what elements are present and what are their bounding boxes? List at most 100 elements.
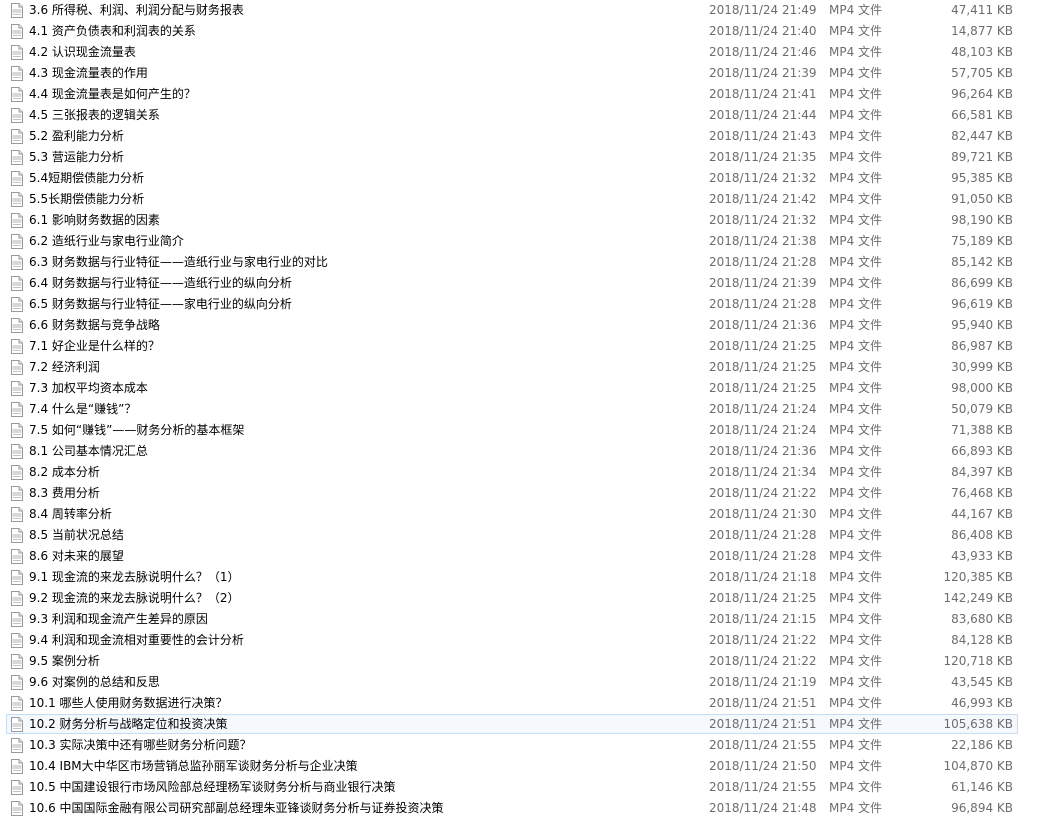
file-date-modified: 2018/11/24 21:42 [709,192,817,206]
file-name: 9.3 利润和现金流产生差异的原因 [29,612,208,626]
file-row[interactable]: 4.1 资产负债表和利润表的关系 2018/11/24 21:40 MP4 文件… [6,21,1018,41]
mp4-file-icon [11,360,23,375]
mp4-file-icon [11,675,23,690]
file-date-modified: 2018/11/24 21:40 [709,24,817,38]
file-name: 9.1 现金流的来龙去脉说明什么？（1） [29,570,240,584]
file-row[interactable]: 6.4 财务数据与行业特征——造纸行业的纵向分析 2018/11/24 21:3… [6,273,1018,293]
file-row[interactable]: 6.6 财务数据与竞争战略 2018/11/24 21:36 MP4 文件 95… [6,315,1018,335]
file-row[interactable]: 9.2 现金流的来龙去脉说明什么？（2） 2018/11/24 21:25 MP… [6,588,1018,608]
file-size: 120,385 KB [943,570,1013,584]
file-row[interactable]: 10.4 IBM大中华区市场营销总监孙丽军谈财务分析与企业决策 2018/11/… [6,756,1018,776]
file-date-modified: 2018/11/24 21:35 [709,150,817,164]
file-size: 95,385 KB [951,171,1013,185]
file-row[interactable]: 10.6 中国国际金融有限公司研究部副总经理朱亚锋谈财务分析与证券投资决策 20… [6,798,1018,818]
file-size: 86,987 KB [951,339,1013,353]
file-name: 8.6 对未来的展望 [29,549,124,563]
file-size: 76,468 KB [951,486,1013,500]
file-row[interactable]: 5.3 营运能力分析 2018/11/24 21:35 MP4 文件 89,72… [6,147,1018,167]
file-name: 5.3 营运能力分析 [29,150,124,164]
file-name: 4.3 现金流量表的作用 [29,66,148,80]
file-date-modified: 2018/11/24 21:24 [709,423,817,437]
file-row[interactable]: 9.5 案例分析 2018/11/24 21:22 MP4 文件 120,718… [6,651,1018,671]
file-name: 7.4 什么是“赚钱”？ [29,402,137,416]
file-row[interactable]: 9.4 利润和现金流相对重要性的会计分析 2018/11/24 21:22 MP… [6,630,1018,650]
file-row[interactable]: 7.5 如何“赚钱”——财务分析的基本框架 2018/11/24 21:24 M… [6,420,1018,440]
mp4-file-icon [11,213,23,228]
file-name: 6.5 财务数据与行业特征——家电行业的纵向分析 [29,297,292,311]
file-size: 48,103 KB [951,45,1013,59]
file-type: MP4 文件 [829,549,883,563]
file-row[interactable]: 8.3 费用分析 2018/11/24 21:22 MP4 文件 76,468 … [6,483,1018,503]
file-row[interactable]: 9.1 现金流的来龙去脉说明什么？（1） 2018/11/24 21:18 MP… [6,567,1018,587]
file-row[interactable]: 8.2 成本分析 2018/11/24 21:34 MP4 文件 84,397 … [6,462,1018,482]
file-size: 43,545 KB [951,675,1013,689]
file-name: 8.1 公司基本情况汇总 [29,444,148,458]
file-size: 142,249 KB [943,591,1013,605]
file-row[interactable]: 5.4短期偿债能力分析 2018/11/24 21:32 MP4 文件 95,3… [6,168,1018,188]
file-type: MP4 文件 [829,801,883,815]
file-size: 98,190 KB [951,213,1013,227]
file-row[interactable]: 6.5 财务数据与行业特征——家电行业的纵向分析 2018/11/24 21:2… [6,294,1018,314]
file-row[interactable]: 6.3 财务数据与行业特征——造纸行业与家电行业的对比 2018/11/24 2… [6,252,1018,272]
file-date-modified: 2018/11/24 21:28 [709,549,817,563]
file-type: MP4 文件 [829,612,883,626]
file-row[interactable]: 10.2 财务分析与战略定位和投资决策 2018/11/24 21:51 MP4… [6,714,1018,734]
file-row[interactable]: 10.1 哪些人使用财务数据进行决策？ 2018/11/24 21:51 MP4… [6,693,1018,713]
file-row[interactable]: 4.5 三张报表的逻辑关系 2018/11/24 21:44 MP4 文件 66… [6,105,1018,125]
file-name: 10.3 实际决策中还有哪些财务分析问题？ [29,738,252,752]
file-row[interactable]: 7.4 什么是“赚钱”？ 2018/11/24 21:24 MP4 文件 50,… [6,399,1018,419]
file-size: 85,142 KB [951,255,1013,269]
file-name: 4.2 认识现金流量表 [29,45,136,59]
file-row[interactable]: 5.5长期偿债能力分析 2018/11/24 21:42 MP4 文件 91,0… [6,189,1018,209]
file-date-modified: 2018/11/24 21:48 [709,801,817,815]
mp4-file-icon [11,402,23,417]
file-size: 22,186 KB [951,738,1013,752]
mp4-file-icon [11,297,23,312]
mp4-file-icon [11,465,23,480]
file-type: MP4 文件 [829,717,883,731]
file-date-modified: 2018/11/24 21:25 [709,339,817,353]
file-name: 9.5 案例分析 [29,654,100,668]
file-row[interactable]: 7.3 加权平均资本成本 2018/11/24 21:25 MP4 文件 98,… [6,378,1018,398]
file-size: 66,581 KB [951,108,1013,122]
file-row[interactable]: 7.2 经济利润 2018/11/24 21:25 MP4 文件 30,999 … [6,357,1018,377]
file-size: 96,264 KB [951,87,1013,101]
file-date-modified: 2018/11/24 21:46 [709,45,817,59]
file-row[interactable]: 7.1 好企业是什么样的？ 2018/11/24 21:25 MP4 文件 86… [6,336,1018,356]
file-size: 89,721 KB [951,150,1013,164]
file-row[interactable]: 8.1 公司基本情况汇总 2018/11/24 21:36 MP4 文件 66,… [6,441,1018,461]
file-type: MP4 文件 [829,171,883,185]
file-row[interactable]: 6.2 造纸行业与家电行业简介 2018/11/24 21:38 MP4 文件 … [6,231,1018,251]
file-name: 9.6 对案例的总结和反思 [29,675,160,689]
file-name: 3.6 所得税、利润、利润分配与财务报表 [29,3,244,17]
file-row[interactable]: 9.6 对案例的总结和反思 2018/11/24 21:19 MP4 文件 43… [6,672,1018,692]
file-name: 9.2 现金流的来龙去脉说明什么？（2） [29,591,240,605]
file-row[interactable]: 8.4 周转率分析 2018/11/24 21:30 MP4 文件 44,167… [6,504,1018,524]
file-row[interactable]: 4.2 认识现金流量表 2018/11/24 21:46 MP4 文件 48,1… [6,42,1018,62]
mp4-file-icon [11,444,23,459]
file-type: MP4 文件 [829,339,883,353]
file-size: 105,638 KB [943,717,1013,731]
file-row[interactable]: 8.5 当前状况总结 2018/11/24 21:28 MP4 文件 86,40… [6,525,1018,545]
file-row[interactable]: 4.3 现金流量表的作用 2018/11/24 21:39 MP4 文件 57,… [6,63,1018,83]
mp4-file-icon [11,171,23,186]
file-type: MP4 文件 [829,297,883,311]
file-row[interactable]: 4.4 现金流量表是如何产生的？ 2018/11/24 21:41 MP4 文件… [6,84,1018,104]
file-row[interactable]: 5.2 盈利能力分析 2018/11/24 21:43 MP4 文件 82,44… [6,126,1018,146]
file-type: MP4 文件 [829,192,883,206]
file-name: 5.4短期偿债能力分析 [29,171,145,185]
file-type: MP4 文件 [829,633,883,647]
file-size: 83,680 KB [951,612,1013,626]
file-row[interactable]: 8.6 对未来的展望 2018/11/24 21:28 MP4 文件 43,93… [6,546,1018,566]
file-row[interactable]: 10.3 实际决策中还有哪些财务分析问题？ 2018/11/24 21:55 M… [6,735,1018,755]
file-date-modified: 2018/11/24 21:24 [709,402,817,416]
file-row[interactable]: 10.5 中国建设银行市场风险部总经理杨军谈财务分析与商业银行决策 2018/1… [6,777,1018,797]
file-row[interactable]: 3.6 所得税、利润、利润分配与财务报表 2018/11/24 21:49 MP… [6,0,1018,20]
mp4-file-icon [11,528,23,543]
file-row[interactable]: 9.3 利润和现金流产生差异的原因 2018/11/24 21:15 MP4 文… [6,609,1018,629]
file-size: 86,699 KB [951,276,1013,290]
mp4-file-icon [11,66,23,81]
file-date-modified: 2018/11/24 21:25 [709,360,817,374]
file-date-modified: 2018/11/24 21:44 [709,108,817,122]
file-row[interactable]: 6.1 影响财务数据的因素 2018/11/24 21:32 MP4 文件 98… [6,210,1018,230]
